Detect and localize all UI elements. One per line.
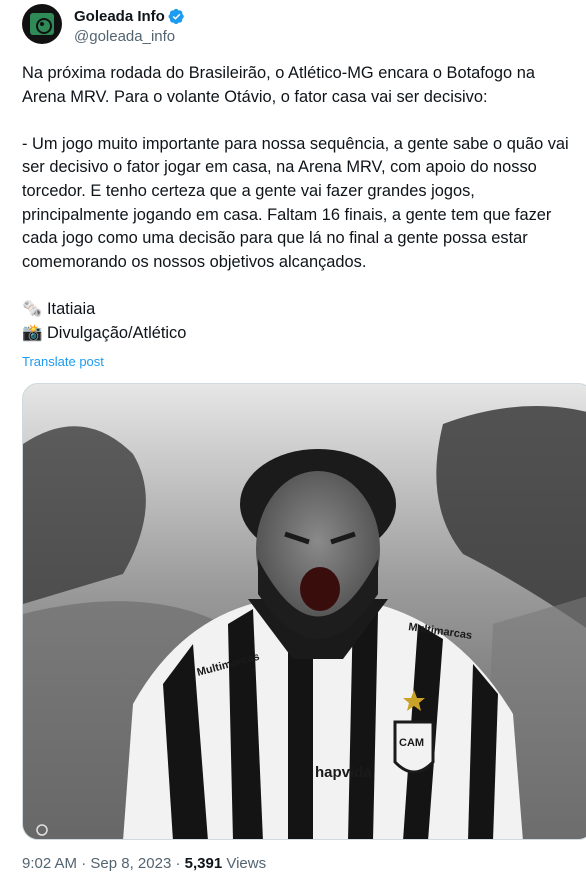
meta-separator: · [81, 855, 87, 872]
meta-separator-2: · [175, 855, 181, 872]
avatar[interactable] [22, 4, 62, 44]
post-text: Na próxima rodada do Brasileirão, o Atlé… [22, 64, 569, 342]
views-label: Views [226, 855, 267, 872]
display-name-row: Goleada Info [74, 8, 185, 25]
translate-post-link[interactable]: Translate post [22, 354, 104, 369]
player-photo: Multimarcas Multimarcas hapvida MRV CAM [23, 384, 586, 839]
post-meta: 9:02 AM · Sep 8, 2023 · 5,391 Views [22, 855, 266, 872]
tweet-header: Goleada Info @goleada_info [22, 4, 185, 46]
author-handle[interactable]: @goleada_info [74, 28, 185, 45]
author-names: Goleada Info @goleada_info [74, 8, 185, 45]
post-time[interactable]: 9:02 AM [22, 855, 77, 872]
club-crest-text: CAM [399, 737, 424, 749]
jersey-sponsor-center: hapvida [315, 764, 372, 781]
post-date[interactable]: Sep 8, 2023 [90, 855, 171, 872]
goleada-logo-icon [30, 13, 54, 35]
post-media-image[interactable]: Multimarcas Multimarcas hapvida MRV CAM [22, 383, 586, 840]
display-name[interactable]: Goleada Info [74, 8, 165, 25]
tweet: Goleada Info @goleada_info Na próxima ro… [0, 0, 586, 880]
views-count[interactable]: 5,391 [185, 855, 223, 872]
verified-badge-icon [168, 8, 184, 25]
